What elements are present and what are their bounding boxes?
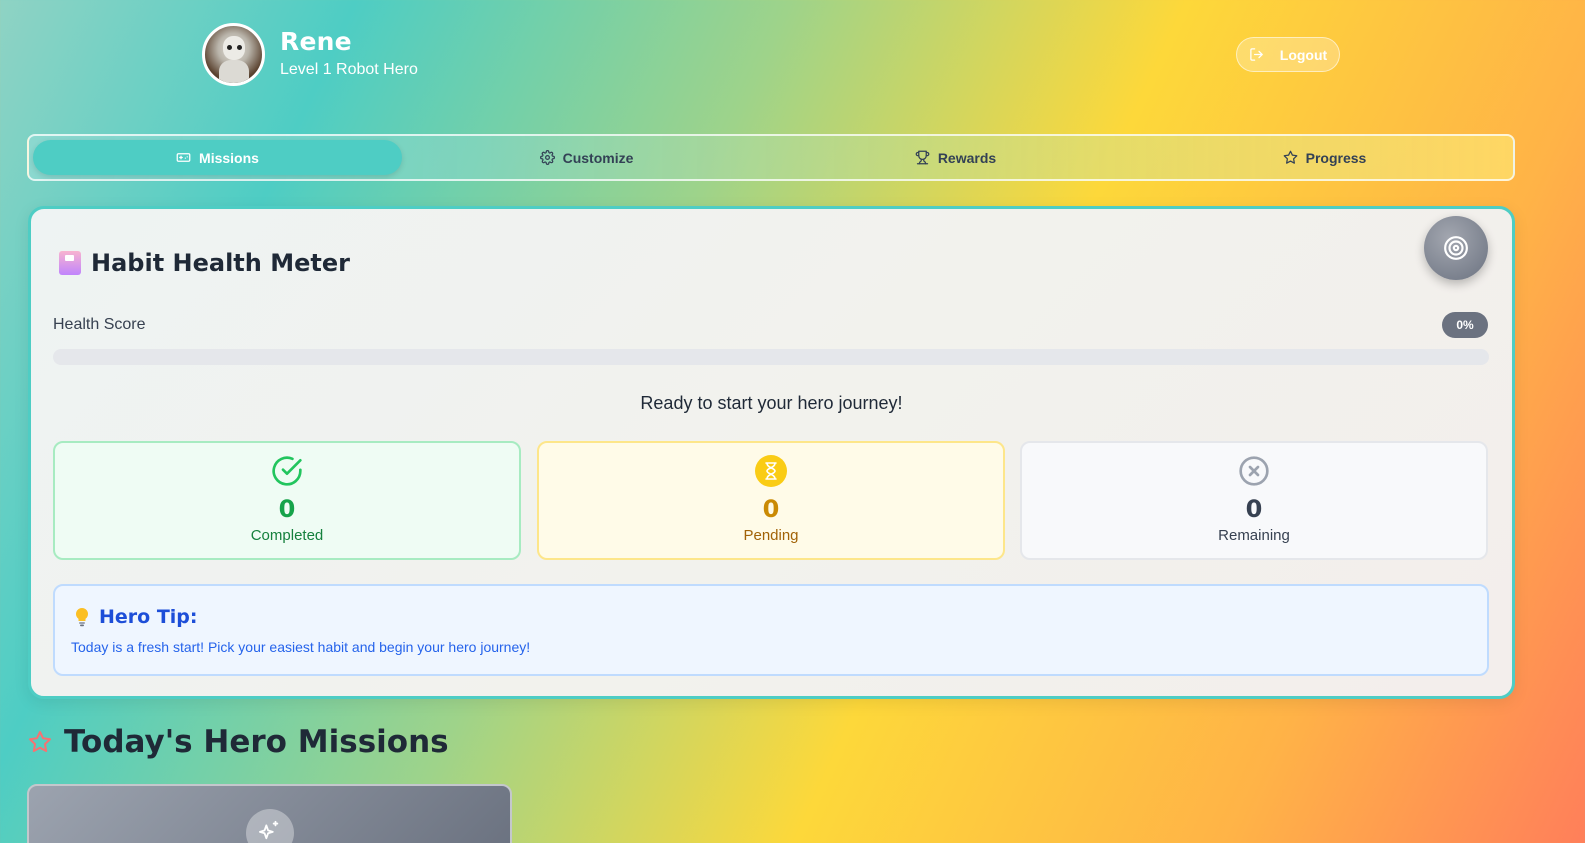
target-icon (1444, 236, 1468, 260)
pending-count: 0 (762, 495, 780, 523)
tab-label: Progress (1305, 149, 1367, 166)
card-title: Habit Health Meter (59, 249, 350, 277)
nav-tabs: Missions Customize Rewards Progress (27, 134, 1515, 181)
remaining-count: 0 (1245, 495, 1263, 523)
mission-card[interactable] (27, 784, 512, 843)
tab-rewards[interactable]: Rewards (771, 140, 1140, 175)
health-score-badge: 0% (1442, 312, 1488, 338)
hero-tip-title: Hero Tip: (73, 606, 198, 628)
missions-heading: Today's Hero Missions (28, 724, 449, 760)
tab-label: Rewards (937, 149, 997, 166)
remaining-label: Remaining (1218, 527, 1290, 544)
floppy-disk-icon (59, 251, 81, 275)
tab-missions[interactable]: Missions (33, 140, 402, 175)
hero-tip-text: Today is a fresh start! Pick your easies… (71, 639, 531, 655)
app-header: Rene Level 1 Robot Hero Logout (0, 0, 1585, 134)
logout-icon (1250, 48, 1263, 61)
star-icon (29, 731, 51, 753)
mission-icon (246, 809, 294, 843)
missions-heading-text: Today's Hero Missions (64, 724, 449, 760)
lightbulb-icon (75, 607, 89, 627)
status-message: Ready to start your hero journey! (640, 393, 903, 413)
trophy-icon (915, 150, 930, 165)
card-title-text: Habit Health Meter (91, 249, 350, 277)
completed-stat: 0 Completed (53, 441, 521, 560)
hero-tip: Hero Tip: Today is a fresh start! Pick y… (53, 584, 1489, 676)
pending-stat: 0 Pending (537, 441, 1005, 560)
logout-button[interactable]: Logout (1236, 37, 1340, 72)
pending-label: Pending (743, 527, 799, 544)
health-score-label: Health Score (53, 316, 146, 333)
gamepad-icon (176, 153, 191, 162)
x-circle-icon (1239, 456, 1269, 486)
completed-label: Completed (250, 527, 324, 544)
avatar[interactable] (202, 23, 265, 86)
hourglass-icon (755, 455, 787, 487)
tab-customize[interactable]: Customize (402, 140, 771, 175)
hero-tip-title-text: Hero Tip: (99, 606, 198, 628)
target-button[interactable] (1424, 216, 1488, 280)
habit-health-card: Habit Health Meter Health Score 0% Ready… (28, 206, 1515, 699)
check-circle-icon (272, 456, 302, 486)
user-level: Level 1 Robot Hero (280, 61, 418, 78)
tab-label: Missions (199, 149, 259, 166)
tab-progress[interactable]: Progress (1140, 140, 1509, 175)
sparkles-icon (259, 820, 279, 840)
health-progress-bar (53, 349, 1489, 365)
star-icon (1283, 150, 1298, 164)
remaining-stat: 0 Remaining (1020, 441, 1488, 560)
completed-count: 0 (278, 495, 296, 523)
tab-label: Customize (562, 149, 634, 166)
gear-icon (539, 150, 555, 165)
logout-label: Logout (1279, 46, 1328, 63)
user-name: Rene (280, 27, 352, 56)
